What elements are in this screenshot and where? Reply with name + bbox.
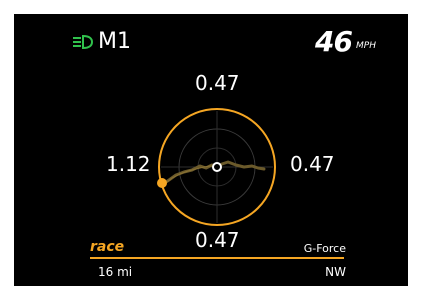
trip-distance: 16 mi <box>98 265 133 279</box>
g-force-left-value: 1.12 <box>106 152 151 176</box>
compass-heading: NW <box>325 265 346 279</box>
headlight-indicator-icon <box>73 34 94 50</box>
speed-value: 46 <box>315 25 353 58</box>
instrument-screen: M1 46 MPH 0.47 1.12 0.47 0.47 race G-For… <box>14 14 408 286</box>
g-force-right-value: 0.47 <box>290 152 335 176</box>
gauge-center-marker <box>212 162 222 172</box>
screen-name-label: G-Force <box>303 242 346 255</box>
drive-mode-label: race <box>90 239 125 255</box>
mode-label: M1 <box>98 29 131 54</box>
g-force-trace-fine <box>165 165 216 184</box>
amber-divider <box>90 257 344 259</box>
speed-unit: MPH <box>356 41 376 51</box>
g-force-bottom-value: 0.47 <box>195 228 240 252</box>
g-force-gauge <box>157 108 276 226</box>
g-force-top-value: 0.47 <box>195 71 240 95</box>
g-force-current-marker <box>157 178 167 188</box>
